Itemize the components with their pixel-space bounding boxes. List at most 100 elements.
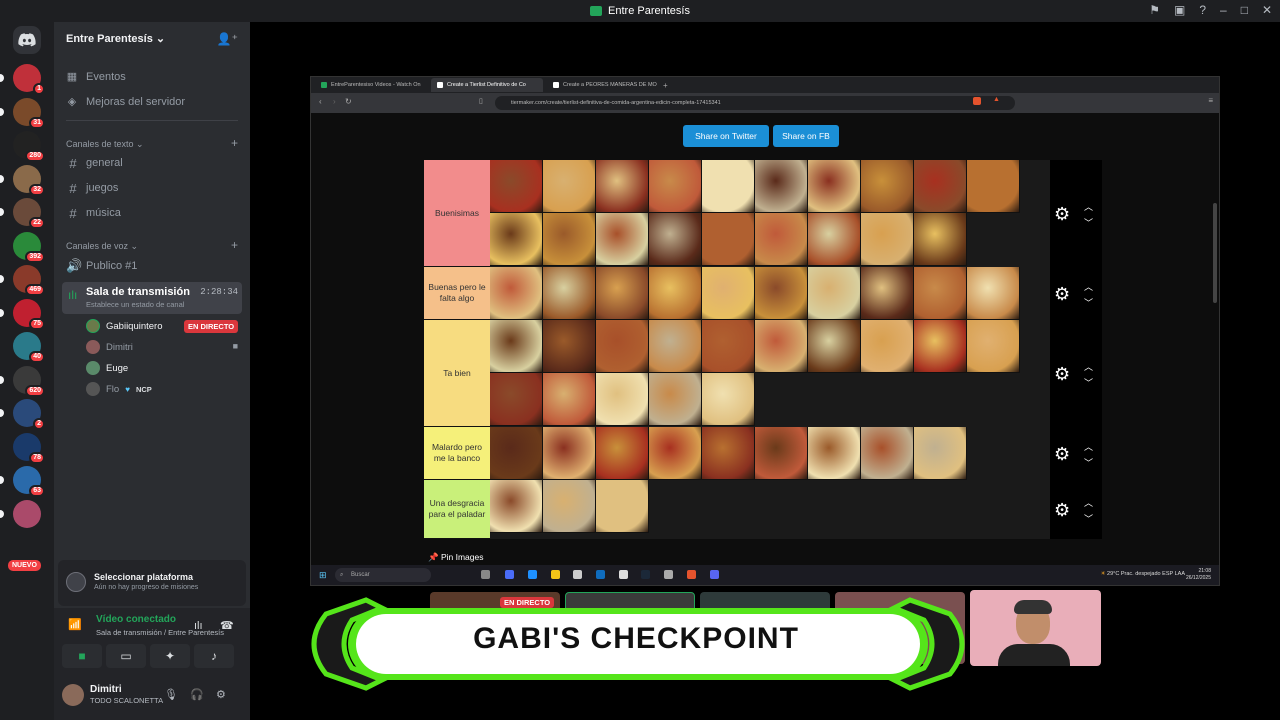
food-image[interactable] [755, 213, 808, 266]
food-image[interactable] [861, 427, 914, 480]
platform-panel[interactable]: Seleccionar plataforma Aún no hay progre… [58, 560, 246, 606]
help-icon[interactable]: ? [1199, 3, 1206, 17]
back-icon[interactable]: ‹ [319, 97, 322, 106]
events-item[interactable]: ▦ Eventos [66, 70, 126, 84]
server-icon[interactable]: 22 [0, 198, 45, 229]
server-icon[interactable]: 78 [13, 432, 45, 464]
tier-label[interactable]: Ta bien [424, 320, 490, 427]
food-image[interactable] [596, 480, 649, 533]
close-icon[interactable]: ✕ [1262, 3, 1272, 17]
noise-suppression-icon[interactable]: ılı [194, 620, 203, 632]
food-image[interactable] [649, 373, 702, 426]
server-icon[interactable]: 1 [0, 64, 45, 95]
food-image[interactable] [702, 373, 755, 426]
server-icon[interactable]: 2 [0, 399, 45, 430]
food-image[interactable] [490, 320, 543, 373]
food-image[interactable] [702, 320, 755, 373]
screen-share-button[interactable]: ▭ [106, 644, 146, 668]
move-up-icon[interactable]: ︿ [1084, 360, 1093, 373]
soundboard-button[interactable]: ♪ [194, 644, 234, 668]
move-down-icon[interactable]: ﹀ [1084, 376, 1093, 389]
gear-icon[interactable]: ⚙ [216, 688, 226, 701]
food-image[interactable] [596, 373, 649, 426]
food-image[interactable] [861, 267, 914, 320]
food-image[interactable] [596, 320, 649, 373]
gear-icon[interactable]: ⚙ [1054, 204, 1070, 224]
server-icon[interactable]: 32 [0, 164, 45, 196]
food-image[interactable] [755, 267, 808, 320]
disconnect-icon[interactable]: ☎ [220, 619, 234, 632]
new-tab-icon[interactable]: + [663, 81, 668, 90]
brave-shield-icon[interactable] [973, 97, 981, 105]
food-image[interactable] [808, 427, 861, 480]
task-view-icon[interactable] [481, 570, 490, 579]
food-image[interactable] [808, 320, 861, 373]
headphones-icon[interactable]: 🎧 [190, 688, 204, 701]
server-icon[interactable]: 620 [0, 365, 45, 397]
food-image[interactable] [861, 320, 914, 373]
server-icon[interactable]: 392 [13, 231, 45, 263]
server-icon[interactable]: 31 [0, 97, 45, 129]
taskbar-search[interactable]: ⌕ Buscar [335, 568, 431, 582]
store-icon[interactable] [573, 570, 582, 579]
food-image[interactable] [808, 160, 861, 213]
food-image[interactable] [914, 427, 967, 480]
member-flo[interactable]: Flo ♥ NCP [86, 380, 152, 398]
edge-icon[interactable] [528, 570, 537, 579]
gear-icon[interactable]: ⚙ [1054, 444, 1070, 464]
food-image[interactable] [596, 267, 649, 320]
move-up-icon[interactable]: ︿ [1084, 200, 1093, 213]
steam-icon[interactable] [641, 570, 650, 579]
food-image[interactable] [808, 267, 861, 320]
voice-status[interactable]: Vídeo conectado [96, 614, 176, 625]
food-image[interactable] [543, 373, 596, 426]
food-image[interactable] [755, 160, 808, 213]
rewards-icon[interactable]: ▲ [993, 96, 1000, 103]
share-twitter-button[interactable]: Share on Twitter [683, 125, 769, 147]
start-icon[interactable]: ⊞ [319, 570, 327, 581]
food-image[interactable] [755, 320, 808, 373]
food-image[interactable] [861, 160, 914, 213]
voice-channel-publico[interactable]: 🔊 Publico #1 [62, 256, 242, 276]
food-image[interactable] [649, 320, 702, 373]
move-down-icon[interactable]: ﹀ [1084, 296, 1093, 309]
copilot-icon[interactable] [505, 570, 514, 579]
server-boost-item[interactable]: ◈ Mejoras del servidor [66, 95, 185, 109]
move-down-icon[interactable]: ﹀ [1084, 512, 1093, 525]
food-image[interactable] [596, 213, 649, 266]
move-down-icon[interactable]: ﹀ [1084, 456, 1093, 469]
food-image[interactable] [543, 320, 596, 373]
move-up-icon[interactable]: ︿ [1084, 440, 1093, 453]
move-up-icon[interactable]: ︿ [1084, 496, 1093, 509]
food-image[interactable] [702, 267, 755, 320]
tier-label[interactable]: Malardo pero me la banco [424, 427, 490, 480]
food-image[interactable] [967, 320, 1020, 373]
food-image[interactable] [543, 267, 596, 320]
discord-taskbar-icon[interactable] [710, 570, 719, 579]
outlook-icon[interactable] [596, 570, 605, 579]
server-icon[interactable]: 40 [13, 332, 45, 363]
food-image[interactable] [490, 160, 543, 213]
member-euge[interactable]: Euge [86, 359, 128, 377]
food-image[interactable] [649, 160, 702, 213]
gear-icon[interactable]: ⚙ [1054, 364, 1070, 384]
food-image[interactable] [861, 213, 914, 266]
food-image[interactable] [543, 480, 596, 533]
food-image[interactable] [702, 427, 755, 480]
browser-tab[interactable]: Create a PEORES MANERAS DE MO [547, 78, 659, 92]
discord-home-icon[interactable] [13, 26, 41, 54]
app-icon[interactable] [664, 570, 673, 579]
activities-button[interactable]: ✦ [150, 644, 190, 668]
camera-button[interactable]: ■ [62, 644, 102, 668]
share-fb-button[interactable]: Share on FB [773, 125, 839, 147]
channel-musica[interactable]: # música [62, 203, 242, 223]
server-icon[interactable]: 469 [0, 265, 45, 296]
menu-icon[interactable]: ≡ [1208, 96, 1213, 105]
food-image[interactable] [490, 427, 543, 480]
food-image[interactable] [914, 213, 967, 266]
food-image[interactable] [649, 427, 702, 480]
food-image[interactable] [490, 480, 543, 533]
food-image[interactable] [490, 213, 543, 266]
microphone-icon[interactable]: 🎙 [164, 688, 178, 701]
member-gabiiquintero[interactable]: Gabiiquintero [86, 317, 163, 335]
